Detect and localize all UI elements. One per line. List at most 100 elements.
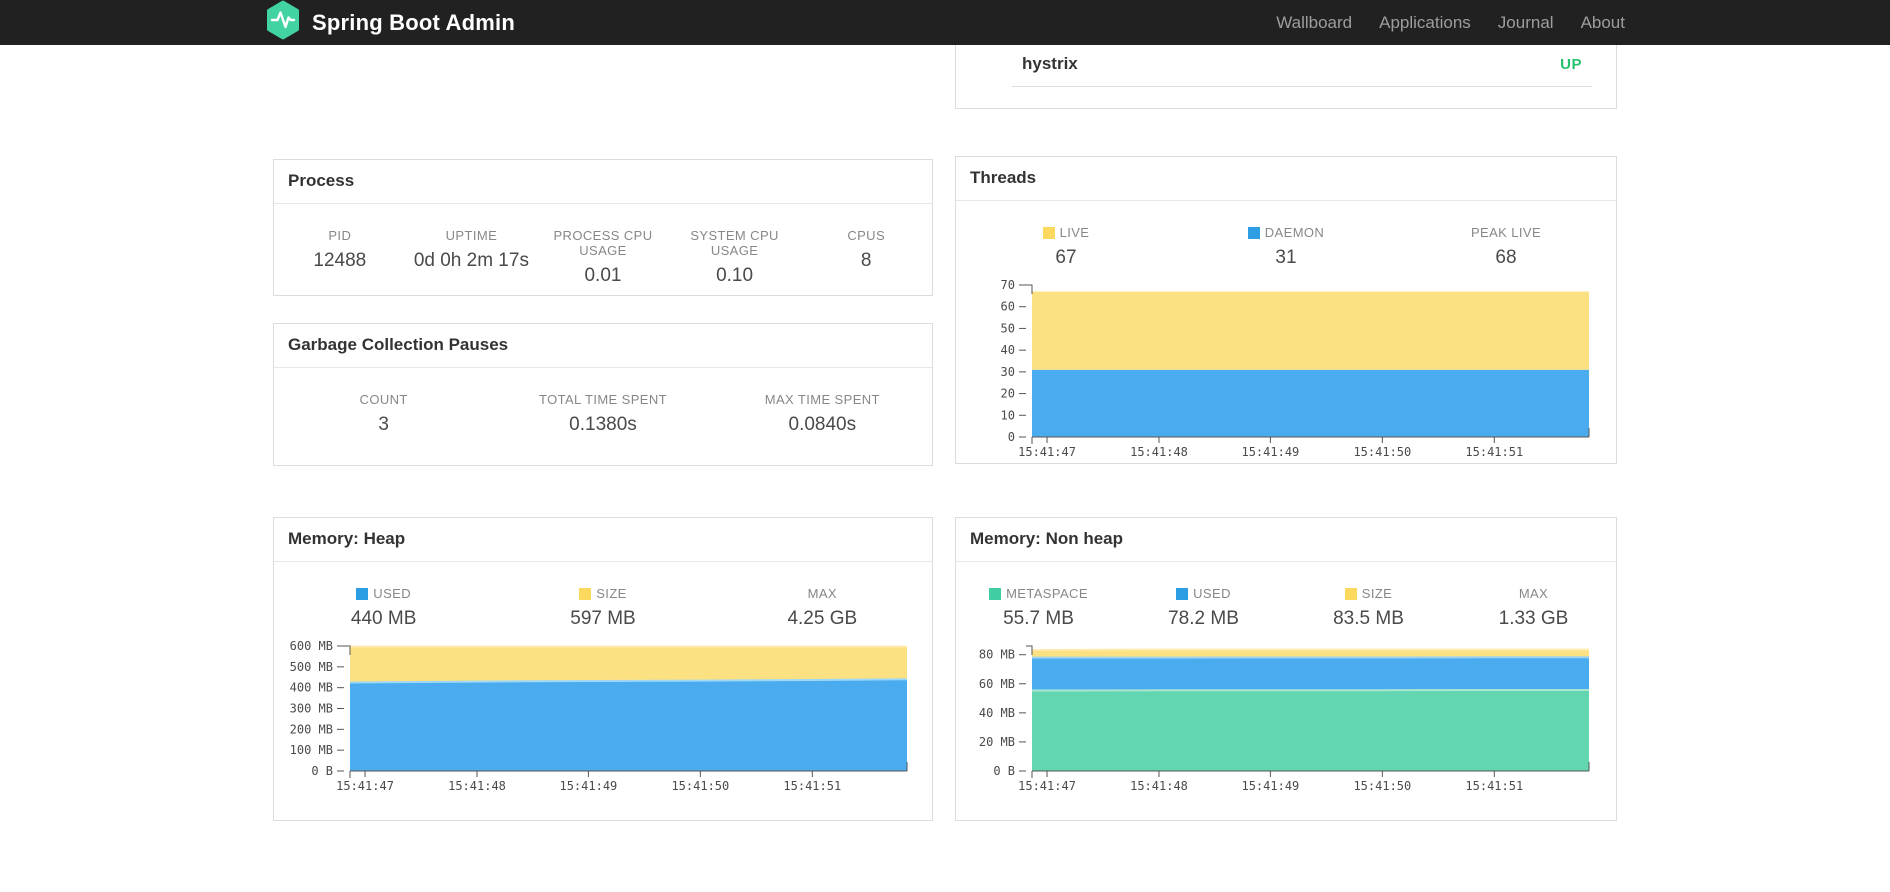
memory-heap-panel: Memory: Heap USED 440 MB SIZE 597 MB MAX 4.25… (273, 517, 933, 821)
svg-text:15:41:48: 15:41:48 (1130, 445, 1188, 459)
svg-text:15:41:47: 15:41:47 (1018, 445, 1076, 459)
stat: TOTAL TIME SPENT 0.1380s (493, 392, 712, 436)
app-logo-icon (265, 0, 301, 45)
process-stats: PID 12488 UPTIME 0d 0h 2m 17s PROCESS CPU US… (274, 204, 932, 287)
svg-text:15:41:50: 15:41:50 (1353, 779, 1411, 793)
legend-swatch-icon (1176, 587, 1189, 600)
stat: SIZE 83.5 MB (1286, 586, 1451, 630)
stat: USED 440 MB (274, 586, 493, 630)
heap-panel-title: Memory: Heap (274, 518, 932, 562)
stat: UPTIME 0d 0h 2m 17s (406, 228, 538, 287)
svg-text:0: 0 (1008, 430, 1015, 444)
stat-value: 3 (378, 414, 389, 435)
stat-value: 67 (1055, 247, 1077, 268)
nonheap-chart: 0 B 20 MB 40 MB 60 MB 80 MB 15:41:47 15:41:48 1… (979, 645, 1590, 793)
svg-text:80 MB: 80 MB (979, 648, 1015, 662)
threads-panel-title: Threads (956, 157, 1616, 201)
svg-text:20 MB: 20 MB (979, 735, 1015, 749)
stat: MAX 1.33 GB (1451, 586, 1616, 630)
stat-label: CPUS (847, 228, 886, 243)
stat-value: 68 (1495, 247, 1517, 268)
screen: Spring Boot Admin Wallboard Applications J… (0, 0, 1890, 892)
gc-stats: COUNT 3 TOTAL TIME SPENT 0.1380s MAX TIME SP… (274, 368, 932, 436)
legend-swatch-icon (1344, 587, 1357, 600)
nonheap-panel-title: Memory: Non heap (956, 518, 1616, 562)
stat: DAEMON 31 (1176, 225, 1396, 269)
svg-text:15:41:49: 15:41:49 (559, 779, 617, 793)
legend-swatch-icon (1247, 226, 1260, 239)
legend-swatch-icon (356, 587, 369, 600)
memory-nonheap-panel: Memory: Non heap METASPACE 55.7 MB USED 78.… (955, 517, 1617, 821)
svg-text:15:41:48: 15:41:48 (448, 779, 506, 793)
stat-value: 4.25 GB (787, 608, 858, 629)
svg-text:15:41:51: 15:41:51 (783, 779, 841, 793)
stat: SYSTEM CPU USAGE 0.10 (669, 228, 801, 287)
stat-value: 31 (1275, 247, 1297, 268)
left-column: Process PID 12488 UPTIME 0d 0h 2m 17s PROCES… (273, 45, 933, 821)
stat: PROCESS CPU USAGE 0.01 (537, 228, 669, 287)
right-column: hystrix UP Threads LIVE 67 DAEMON 31 PEAK LI… (955, 45, 1617, 821)
svg-text:600 MB: 600 MB (290, 640, 333, 653)
svg-text:15:41:49: 15:41:49 (1241, 445, 1299, 459)
svg-text:30: 30 (1001, 365, 1015, 379)
stat: LIVE 67 (956, 225, 1176, 269)
stat: PID 12488 (274, 228, 406, 287)
svg-text:200 MB: 200 MB (290, 722, 333, 736)
stat-value: 0d 0h 2m 17s (413, 250, 529, 271)
threads-panel: Threads LIVE 67 DAEMON 31 PEAK LIVE 68 0 10 20 3… (955, 156, 1617, 464)
svg-text:15:41:51: 15:41:51 (1465, 445, 1523, 459)
stat-label: USED (1121, 586, 1286, 601)
stat-label: DAEMON (1176, 225, 1396, 240)
brand-title: Spring Boot Admin (312, 9, 516, 35)
stat-label: TOTAL TIME SPENT (538, 392, 667, 407)
svg-text:15:41:50: 15:41:50 (671, 779, 729, 793)
threads-stats: LIVE 67 DAEMON 31 PEAK LIVE 68 (956, 201, 1616, 269)
svg-text:15:41:49: 15:41:49 (1241, 779, 1299, 793)
stat-value: 78.2 MB (1168, 608, 1239, 629)
nav-link-about[interactable]: About (1581, 13, 1625, 33)
stat-label: UPTIME (445, 228, 498, 243)
stat-value: 55.7 MB (1003, 608, 1074, 629)
stat-label: LIVE (956, 225, 1176, 240)
stat-value: 440 MB (350, 608, 417, 629)
stat-label: MAX TIME SPENT (764, 392, 880, 407)
process-panel-title: Process (274, 160, 932, 204)
stat-value: 1.33 GB (1498, 608, 1569, 629)
stat-value: 83.5 MB (1333, 608, 1404, 629)
legend-swatch-icon (579, 587, 592, 600)
threads-chart: 0 10 20 30 40 50 60 70 15:41:47 15:41:48 15:41:49 1… (1001, 279, 1590, 459)
stat: METASPACE 55.7 MB (956, 586, 1121, 630)
heap-stats: USED 440 MB SIZE 597 MB MAX 4.25 GB (274, 562, 932, 630)
gc-pauses-panel: Garbage Collection Pauses COUNT 3 TOTAL TI… (273, 323, 933, 466)
stat: SIZE 597 MB (493, 586, 712, 630)
legend-swatch-icon (1042, 226, 1055, 239)
stat-label: SYSTEM CPU USAGE (690, 228, 779, 258)
stat-label: COUNT (359, 392, 408, 407)
stat-label: SIZE (493, 586, 712, 601)
main-content: Process PID 12488 UPTIME 0d 0h 2m 17s PROCES… (273, 45, 1617, 821)
heap-chart: 0 B 100 MB 200 MB 300 MB 400 MB 500 MB 600 MB 1… (290, 640, 908, 793)
stat-value: 12488 (313, 250, 367, 271)
svg-text:15:41:48: 15:41:48 (1130, 779, 1188, 793)
application-row[interactable]: hystrix UP (1012, 45, 1592, 87)
stat-value: 0.1380s (569, 414, 637, 435)
nav-link-wallboard[interactable]: Wallboard (1276, 13, 1352, 33)
svg-text:100 MB: 100 MB (290, 743, 333, 757)
svg-text:15:41:50: 15:41:50 (1353, 445, 1411, 459)
svg-text:400 MB: 400 MB (290, 681, 333, 695)
svg-text:10: 10 (1001, 408, 1015, 422)
stat: PEAK LIVE 68 (1396, 225, 1616, 269)
brand[interactable]: Spring Boot Admin (265, 0, 515, 45)
svg-text:60 MB: 60 MB (979, 677, 1015, 691)
svg-text:40 MB: 40 MB (979, 706, 1015, 720)
stat: CPUS 8 (800, 228, 932, 287)
nav-link-journal[interactable]: Journal (1498, 13, 1554, 33)
nonheap-stats: METASPACE 55.7 MB USED 78.2 MB SIZE 83.5 MB MA… (956, 562, 1616, 630)
nav-link-applications[interactable]: Applications (1379, 13, 1471, 33)
application-name[interactable]: hystrix (1022, 54, 1078, 74)
svg-text:15:41:47: 15:41:47 (336, 779, 394, 793)
svg-text:70: 70 (1001, 279, 1015, 292)
stat: MAX TIME SPENT 0.0840s (713, 392, 932, 436)
stat-value: 0.10 (716, 265, 754, 286)
stat-label: USED (274, 586, 493, 601)
